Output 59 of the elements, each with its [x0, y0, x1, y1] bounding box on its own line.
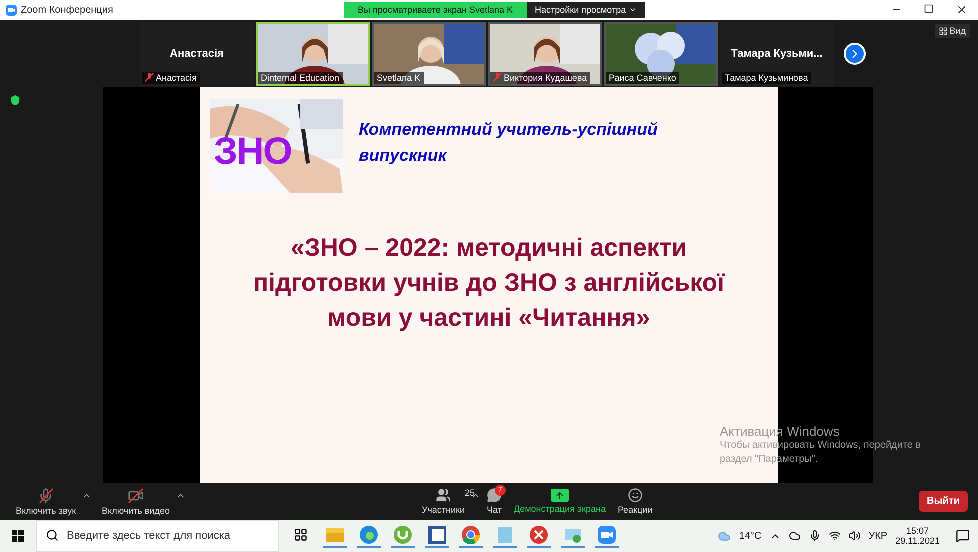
- clock-time: 15:07: [906, 526, 930, 536]
- notifications-icon[interactable]: [956, 529, 970, 543]
- next-page-button[interactable]: [844, 42, 866, 64]
- video-tile[interactable]: Раиса Савченко: [604, 22, 718, 86]
- windows-start-icon[interactable]: [12, 530, 24, 542]
- participant-name: Анастасія: [170, 48, 224, 60]
- video-tile[interactable]: Анастасія Анастасія: [140, 22, 254, 86]
- maximize-icon[interactable]: [924, 4, 934, 14]
- people-icon: [436, 488, 451, 503]
- video-tile[interactable]: Dinternal Education: [256, 22, 370, 86]
- chrome-icon[interactable]: [459, 524, 483, 548]
- torrent-icon[interactable]: [391, 524, 415, 548]
- video-tile[interactable]: Виктория Кудашева: [488, 22, 602, 86]
- caret-icon: [629, 6, 638, 14]
- window-title: Zoom Конференция: [21, 4, 114, 16]
- document-icon[interactable]: [425, 524, 449, 548]
- smiley-icon: [628, 488, 643, 503]
- zoom-app-icon[interactable]: [595, 524, 619, 548]
- shield-icon: [10, 95, 21, 106]
- video-button[interactable]: Включить видео: [96, 488, 176, 516]
- slide-title: «ЗНО – 2022: методичні аспекти підготовки учнів до ЗНО з англійської мови у частині «Читання»: [252, 233, 726, 334]
- remote-app-icon[interactable]: [527, 524, 551, 548]
- sharing-banner: Вы просматриваете экран Svetlana K: [344, 2, 527, 18]
- video-tile[interactable]: Тамара Кузьми... Тамара Кузьминова: [720, 22, 834, 86]
- participant-name: Тамара Кузьми...: [731, 48, 823, 60]
- leave-button[interactable]: Выйти: [919, 491, 968, 512]
- language-indicator[interactable]: УКР: [868, 530, 888, 542]
- volume-icon[interactable]: [848, 530, 861, 542]
- clock-date: 29.11.2021: [896, 536, 940, 546]
- muted-mic-icon: [145, 73, 154, 82]
- view-button[interactable]: Вид: [934, 24, 970, 38]
- close-icon[interactable]: [956, 4, 968, 16]
- muted-mic-icon: [38, 488, 54, 504]
- taskbar-search-field[interactable]: Введите здесь текст для поиска: [36, 520, 279, 552]
- participant-label: Раиса Савченко: [606, 72, 680, 84]
- view-options-button[interactable]: Настройки просмотра: [526, 2, 646, 18]
- share-button[interactable]: Демонстрация экрана: [508, 489, 612, 514]
- weather-icon: [718, 530, 732, 542]
- reactions-button[interactable]: Реакции: [612, 488, 659, 515]
- participant-count: 25: [464, 488, 475, 498]
- participant-label: Виктория Кудашева: [490, 72, 590, 84]
- cloud-icon[interactable]: [788, 530, 801, 542]
- mic-icon[interactable]: [808, 530, 821, 542]
- search-icon: [46, 529, 59, 542]
- video-off-icon: [128, 488, 144, 504]
- slide-subtitle: Компетентний учитель-успішний випускник: [359, 119, 659, 168]
- muted-mic-icon: [493, 73, 502, 82]
- participant-label: Тамара Кузьминова: [722, 72, 812, 84]
- video-tile[interactable]: Svetlana K: [372, 22, 486, 86]
- participant-label: Svetlana K: [374, 72, 424, 84]
- grid-icon: [938, 26, 948, 36]
- slide-image-caption: ЗНО: [214, 131, 292, 174]
- zoom-logo-icon: [6, 4, 17, 16]
- participant-label: Dinternal Education: [258, 72, 343, 84]
- temperature: 14°C: [739, 530, 762, 542]
- browser-icon[interactable]: [357, 524, 381, 548]
- participant-label: Анастасія: [142, 72, 200, 84]
- mic-button[interactable]: Включить звук: [10, 488, 82, 516]
- notepad-icon[interactable]: [493, 524, 517, 548]
